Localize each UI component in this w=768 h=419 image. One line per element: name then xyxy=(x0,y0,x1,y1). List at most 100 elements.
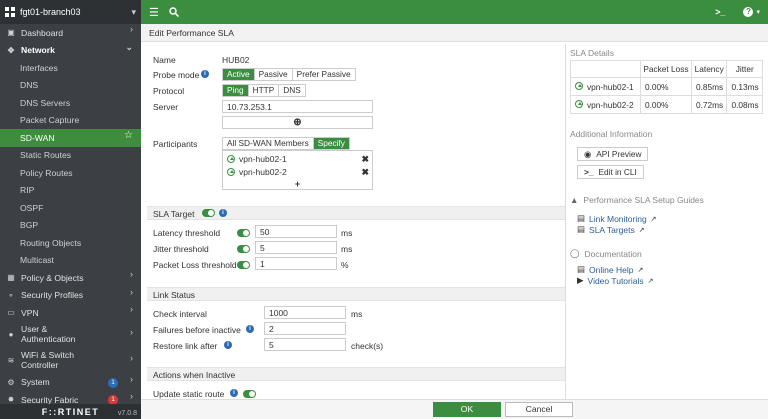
sidebar-item-static-routes[interactable]: Static Routes xyxy=(0,147,141,165)
sla-form: Name HUB02 Probe mode i Active Passive P… xyxy=(147,44,565,399)
sla-details-table: Packet Loss Latency Jitter vpn-hub02-1 0… xyxy=(570,60,763,114)
api-preview-button[interactable]: ◉ API Preview xyxy=(577,147,649,161)
sidebar-item-multicast[interactable]: Multicast xyxy=(0,252,141,270)
probe-prefer-passive-option[interactable]: Prefer Passive xyxy=(292,69,355,80)
edit-in-cli-button[interactable]: >_ Edit in CLI xyxy=(577,165,644,179)
sidebar-item-bgp[interactable]: BGP xyxy=(0,217,141,235)
table-cell: 0.72ms xyxy=(691,95,728,114)
sidebar-item-routing-objects[interactable]: Routing Objects xyxy=(0,234,141,252)
probe-mode-selector: Active Passive Prefer Passive xyxy=(222,68,356,81)
search-icon[interactable] xyxy=(169,7,179,18)
server-input[interactable]: 10.73.253.1 xyxy=(222,100,373,113)
failures-label: Failures before inactive xyxy=(153,325,241,335)
sidebar-item-policy-objects[interactable]: ▦ Policy & Objects › xyxy=(0,269,141,287)
latency-unit: ms xyxy=(341,228,353,238)
table-cell: 0.13ms xyxy=(726,77,763,96)
table-row: vpn-hub02-1 0.00% 0.85ms 0.13ms xyxy=(570,77,763,96)
sla-details-heading: SLA Details xyxy=(570,48,614,58)
version-label: v7.0.8 xyxy=(117,410,137,417)
packet-loss-unit: % xyxy=(341,260,349,270)
sidebar-item-dashboard[interactable]: ▣ Dashboard › xyxy=(0,24,141,42)
probe-passive-option[interactable]: Passive xyxy=(254,69,293,80)
sidebar-item-wifi-switch[interactable]: ≋ WiFi & Switch Controller › xyxy=(0,348,141,374)
restore-label: Restore link after xyxy=(153,341,218,351)
sidebar-footer: F::RTINET v7.0.8 xyxy=(0,404,141,419)
participants-list: vpn-hub02-1 ✖ vpn-hub02-2 ✖ + xyxy=(222,150,373,190)
remove-icon[interactable]: ✖ xyxy=(361,154,369,165)
policy-icon: ▦ xyxy=(7,273,15,283)
latency-input[interactable]: 50 xyxy=(255,225,337,238)
restore-unit: check(s) xyxy=(351,341,384,351)
protocol-selector: Ping HTTP DNS xyxy=(222,84,306,97)
sidebar-item-rip[interactable]: RIP xyxy=(0,182,141,200)
sidebar-item-security-profiles[interactable]: ⚬ Security Profiles › xyxy=(0,287,141,305)
name-value: HUB02 xyxy=(222,55,250,65)
add-server-button[interactable]: ⊕ xyxy=(222,116,373,129)
table-cell: 0.00% xyxy=(640,95,692,114)
sidebar-item-dns-servers[interactable]: DNS Servers xyxy=(0,94,141,112)
top-bar: ☰ >_ ? ▾ xyxy=(141,0,768,24)
chevron-right-icon: › xyxy=(130,304,133,314)
protocol-ping-option[interactable]: Ping xyxy=(223,85,249,96)
online-help-link[interactable]: ▤ Online Help ↗ xyxy=(577,264,643,275)
question-circle-icon: ◯ xyxy=(570,248,580,258)
remove-icon[interactable]: ✖ xyxy=(361,167,369,178)
restore-input[interactable]: 5 xyxy=(264,338,346,351)
sidebar-item-ospf[interactable]: OSPF xyxy=(0,199,141,217)
help-dropdown-icon[interactable]: ▾ xyxy=(756,8,760,16)
book-icon: ▤ xyxy=(577,224,586,234)
sidebar-item-network[interactable]: ✥ Network ⌄ xyxy=(0,42,141,60)
ok-button[interactable]: OK xyxy=(433,402,501,417)
info-icon[interactable]: i xyxy=(219,209,227,217)
divider xyxy=(565,44,566,399)
check-interval-input[interactable]: 1000 xyxy=(264,306,346,319)
probe-active-option[interactable]: Active xyxy=(223,69,255,80)
protocol-http-option[interactable]: HTTP xyxy=(248,85,280,96)
jitter-toggle[interactable] xyxy=(237,245,250,253)
update-static-route-toggle[interactable] xyxy=(243,390,256,398)
hamburger-icon[interactable]: ☰ xyxy=(149,6,159,19)
latency-toggle[interactable] xyxy=(237,229,250,237)
info-panel: SLA Details Packet Loss Latency Jitter v… xyxy=(570,44,768,404)
chevron-right-icon: › xyxy=(130,269,133,279)
sidebar-item-system[interactable]: ⚙ System 1 › xyxy=(0,374,141,392)
dashboard-icon: ▣ xyxy=(7,28,15,38)
device-name[interactable]: fgt01-branch03 xyxy=(20,7,131,17)
participants-all-option[interactable]: All SD-WAN Members xyxy=(223,138,314,149)
sidebar-item-sd-wan[interactable]: SD-WAN ☆ xyxy=(0,129,141,147)
sla-target-toggle[interactable] xyxy=(202,209,215,217)
video-icon: ▶ xyxy=(577,275,584,285)
status-up-icon xyxy=(575,99,583,108)
sla-targets-link[interactable]: ▤ SLA Targets ↗ xyxy=(577,224,645,235)
participants-specify-option[interactable]: Specify xyxy=(313,138,349,149)
info-icon[interactable]: i xyxy=(246,325,254,333)
sidebar-item-interfaces[interactable]: Interfaces xyxy=(0,59,141,77)
info-icon[interactable]: i xyxy=(230,389,238,397)
info-icon[interactable]: i xyxy=(224,341,232,349)
failures-input[interactable]: 2 xyxy=(264,322,346,335)
cli-console-icon[interactable]: >_ xyxy=(715,7,725,17)
info-icon[interactable]: i xyxy=(201,70,209,78)
cancel-button[interactable]: Cancel xyxy=(505,402,573,417)
menu-chevron-icon[interactable]: ▾ xyxy=(131,7,136,18)
video-tutorials-link[interactable]: ▶ Video Tutorials ↗ xyxy=(577,275,654,286)
star-icon[interactable]: ☆ xyxy=(124,130,133,141)
sidebar-item-dns[interactable]: DNS xyxy=(0,77,141,95)
help-icon[interactable]: ? xyxy=(743,7,754,17)
packet-loss-toggle[interactable] xyxy=(237,261,250,269)
sidebar-item-packet-capture[interactable]: Packet Capture xyxy=(0,112,141,130)
plus-icon: ⊕ xyxy=(293,117,302,128)
fortinet-logo-icon xyxy=(5,7,15,17)
sidebar-item-policy-routes[interactable]: Policy Routes xyxy=(0,164,141,182)
protocol-dns-option[interactable]: DNS xyxy=(279,85,305,96)
chevron-right-icon: › xyxy=(130,24,133,34)
name-label: Name xyxy=(153,55,176,65)
link-monitoring-link[interactable]: ▤ Link Monitoring ↗ xyxy=(577,213,657,224)
jitter-input[interactable]: 5 xyxy=(255,241,337,254)
notification-badge: 1 xyxy=(108,377,118,388)
jitter-label: Jitter threshold xyxy=(153,244,209,254)
sidebar-item-user-authentication[interactable]: ● User & Authentication › xyxy=(0,322,141,348)
packet-loss-input[interactable]: 1 xyxy=(255,257,337,270)
add-participant-button[interactable]: + xyxy=(223,179,372,189)
sidebar-item-vpn[interactable]: ▭ VPN › xyxy=(0,304,141,322)
